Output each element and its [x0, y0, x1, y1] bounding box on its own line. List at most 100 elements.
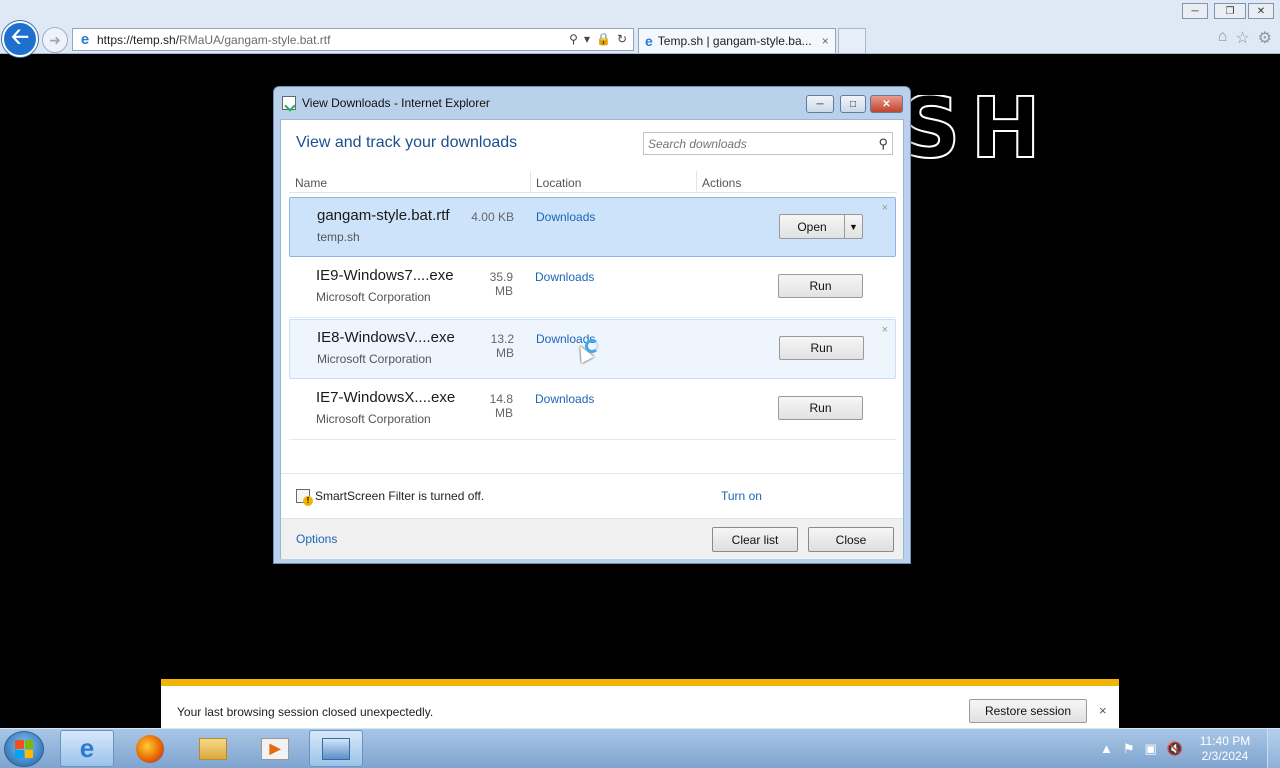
options-link[interactable]: Options	[296, 532, 337, 546]
browser-chrome: ─ ❐ ✕ 🡠 ➜ e https://temp.sh/RMaUA/gangam…	[0, 0, 1280, 57]
search-input[interactable]	[648, 136, 868, 151]
taskbar-file-explorer[interactable]	[186, 730, 240, 767]
lock-icon[interactable]: 🔒	[596, 32, 611, 46]
tab-temp-sh[interactable]: e Temp.sh | gangam-style.ba... ×	[638, 28, 836, 53]
forward-button[interactable]: ➜	[42, 27, 68, 53]
chevron-down-icon[interactable]: ▾	[584, 32, 590, 46]
home-icon[interactable]: ⌂	[1218, 28, 1228, 48]
column-headers: Name Location Actions	[289, 171, 897, 193]
star-icon[interactable]: ☆	[1235, 28, 1249, 48]
column-divider[interactable]	[696, 171, 697, 192]
gear-icon[interactable]: ⚙	[1258, 28, 1272, 48]
file-name: IE9-Windows7....exe	[316, 267, 454, 284]
run-button[interactable]: Run	[779, 336, 864, 360]
arrow-left-icon: 🡠	[11, 24, 29, 49]
search-icon[interactable]: ⚲	[878, 136, 888, 152]
file-source: Microsoft Corporation	[317, 352, 432, 366]
dialog-maximize-button[interactable]: □	[840, 95, 866, 113]
close-button[interactable]: Close	[808, 527, 894, 552]
url-path: RMaUA/gangam-style.bat.rtf	[179, 32, 331, 47]
column-location[interactable]: Location	[536, 176, 581, 190]
windows-logo-icon	[15, 740, 33, 758]
remove-item-icon[interactable]: ×	[882, 324, 888, 336]
file-name: IE7-WindowsX....exe	[316, 389, 456, 406]
magnifier-icon[interactable]: ⚲	[569, 32, 578, 46]
open-button[interactable]: Open	[779, 214, 845, 239]
tab-close-icon[interactable]: ×	[822, 34, 829, 48]
run-button[interactable]: Run	[778, 274, 863, 298]
search-downloads[interactable]: ⚲	[643, 132, 893, 155]
minimize-button[interactable]: ─	[1182, 3, 1208, 19]
notification-close-icon[interactable]: ×	[1099, 703, 1107, 718]
view-downloads-dialog: View Downloads - Internet Explorer ─ □ ✕…	[273, 86, 911, 564]
dialog-title: View Downloads - Internet Explorer	[302, 96, 490, 110]
system-clock[interactable]: 11:40 PM 2/3/2024	[1195, 734, 1255, 764]
refresh-icon[interactable]: ↻	[617, 32, 627, 46]
download-row[interactable]: IE7-WindowsX....exe 14.8 MB Downloads Mi…	[289, 380, 896, 440]
system-tray: ▲ ⚑ ▣ 🔇	[1100, 741, 1183, 757]
open-split-button: Open ▼	[779, 214, 863, 239]
taskbar-media-player[interactable]: ▶	[248, 730, 302, 767]
chevron-down-icon: ▼	[849, 221, 858, 232]
dialog-close-button[interactable]: ✕	[870, 95, 903, 113]
window-close-button[interactable]: ✕	[1248, 3, 1274, 19]
file-size: 4.00 KB	[471, 210, 514, 224]
taskbar-control-panel[interactable]	[309, 730, 363, 767]
clock-date: 2/3/2024	[1201, 749, 1249, 763]
network-icon[interactable]: ▣	[1145, 741, 1157, 757]
file-size: 13.2 MB	[490, 332, 514, 360]
file-source: Microsoft Corporation	[316, 290, 431, 304]
smartscreen-text: SmartScreen Filter is turned off.	[315, 489, 485, 503]
remove-item-icon[interactable]: ×	[882, 202, 888, 214]
downloads-heading: View and track your downloads	[296, 134, 518, 151]
start-button[interactable]	[4, 731, 44, 767]
file-location-link[interactable]: Downloads	[536, 210, 595, 224]
url-host: https://temp.sh/	[97, 32, 180, 47]
address-bar[interactable]: e https://temp.sh/RMaUA/gangam-style.bat…	[72, 28, 634, 51]
open-dropdown-button[interactable]: ▼	[845, 214, 863, 239]
taskbar-firefox[interactable]	[123, 730, 177, 767]
taskbar: e ▶ ▲ ⚑ ▣ 🔇 11:40 PM 2/3/2024	[0, 728, 1280, 768]
folder-icon	[199, 737, 227, 760]
busy-spinner-icon	[585, 339, 599, 353]
back-button[interactable]: 🡠	[2, 21, 38, 57]
dialog-minimize-button[interactable]: ─	[806, 95, 834, 113]
download-row[interactable]: IE9-Windows7....exe 35.9 MB Downloads Mi…	[289, 258, 896, 318]
column-divider[interactable]	[530, 171, 531, 192]
restore-button[interactable]: ❐	[1214, 3, 1246, 19]
file-name: IE8-WindowsV....exe	[317, 329, 455, 346]
dialog-titlebar[interactable]: View Downloads - Internet Explorer ─ □ ✕	[274, 87, 910, 119]
action-center-flag-icon[interactable]: ⚑	[1123, 741, 1135, 757]
file-location-link[interactable]: Downloads	[535, 270, 594, 284]
arrow-right-icon: ➜	[49, 31, 61, 48]
downloads-icon	[282, 96, 296, 110]
address-url: https://temp.sh/RMaUA/gangam-style.bat.r…	[97, 33, 330, 47]
firefox-icon	[136, 734, 164, 763]
file-size: 14.8 MB	[489, 392, 513, 420]
ie-favicon-icon: e	[645, 33, 653, 49]
notification-bar: Your last browsing session closed unexpe…	[161, 679, 1119, 728]
new-tab-button[interactable]	[838, 28, 866, 53]
dialog-footer: Options Clear list Close	[281, 518, 903, 559]
media-player-icon: ▶	[261, 737, 289, 760]
smartscreen-bar: SmartScreen Filter is turned off. Turn o…	[281, 474, 903, 518]
run-button[interactable]: Run	[778, 396, 863, 420]
file-size: 35.9 MB	[489, 270, 513, 298]
download-row[interactable]: gangam-style.bat.rtf 4.00 KB Downloads t…	[289, 197, 896, 257]
volume-muted-icon[interactable]: 🔇	[1167, 741, 1183, 757]
taskbar-internet-explorer[interactable]: e	[60, 730, 114, 767]
show-desktop-button[interactable]	[1267, 729, 1280, 768]
internet-explorer-icon: e	[79, 733, 95, 763]
file-source: temp.sh	[317, 230, 360, 244]
column-actions[interactable]: Actions	[702, 176, 741, 190]
turn-on-link[interactable]: Turn on	[721, 489, 762, 503]
column-name[interactable]: Name	[295, 176, 327, 190]
restore-session-button[interactable]: Restore session	[969, 699, 1087, 723]
control-panel-icon	[322, 737, 350, 760]
tab-title: Temp.sh | gangam-style.ba...	[657, 34, 812, 48]
file-name: gangam-style.bat.rtf	[317, 207, 450, 224]
page-logo-letters: SH	[900, 95, 1051, 161]
file-location-link[interactable]: Downloads	[535, 392, 594, 406]
clear-list-button[interactable]: Clear list	[712, 527, 798, 552]
chevron-up-icon[interactable]: ▲	[1100, 741, 1113, 757]
